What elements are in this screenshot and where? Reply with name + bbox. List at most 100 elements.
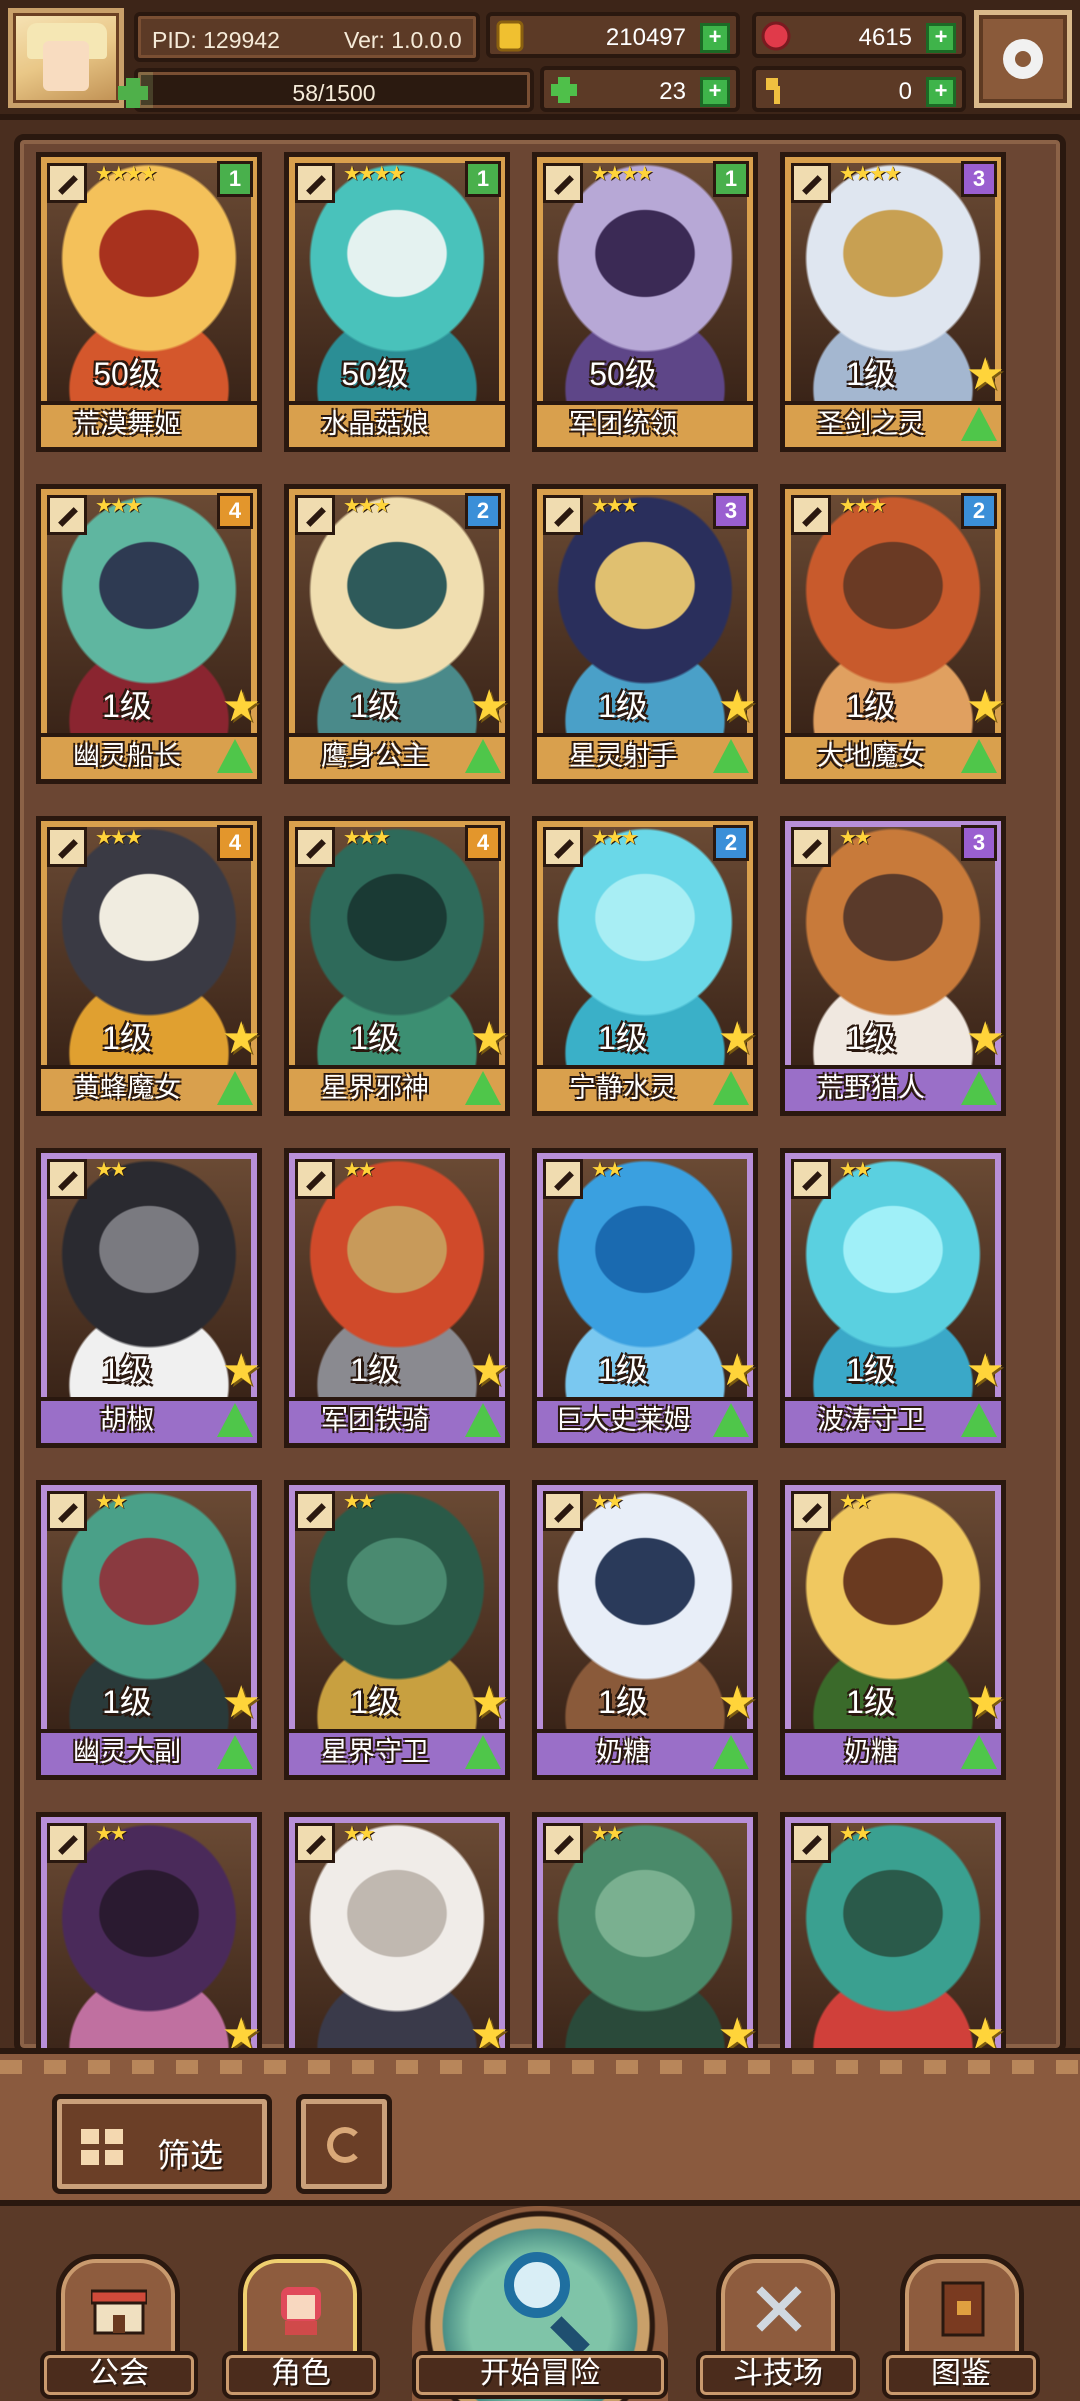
- character-card[interactable]: ★★ 3 1级 荒野猎人 ★: [780, 816, 1006, 1116]
- weapon-type-icon: [47, 495, 87, 535]
- character-card[interactable]: ★★ 1级 波涛守卫 ★: [780, 1148, 1006, 1448]
- rarity-stars: ★★: [839, 1491, 872, 1513]
- character-card[interactable]: ★★ 1级 星界守卫 ★: [284, 1480, 510, 1780]
- exp-bar: 58/1500: [118, 68, 534, 112]
- character-card[interactable]: ★★ 1级 幽灵大副 ★: [36, 1480, 262, 1780]
- weapon-type-icon: [295, 1159, 335, 1199]
- star-up-icon: ★: [717, 1346, 757, 1395]
- add-gems-button[interactable]: +: [926, 23, 956, 53]
- level-up-arrow-icon: [961, 1071, 997, 1105]
- class-badge: 4: [217, 825, 253, 861]
- rarity-stars: ★★: [95, 1491, 128, 1513]
- character-card[interactable]: ★★★ 4 1级 星界邪神 ★: [284, 816, 510, 1116]
- add-clover-button[interactable]: +: [700, 77, 730, 107]
- character-level: 1级: [598, 1020, 648, 1056]
- level-up-arrow-icon: [465, 739, 501, 773]
- character-card[interactable]: ★★★★ 1 50级 荒漠舞姬: [36, 152, 262, 452]
- player-info-box: PID: 129942 Ver: 1.0.0.0: [134, 12, 480, 62]
- star-up-icon: ★: [717, 1678, 757, 1727]
- rarity-stars: ★★: [343, 1159, 376, 1181]
- player-avatar[interactable]: [8, 8, 124, 108]
- player-id: PID: 129942: [152, 27, 280, 53]
- rarity-stars: ★★★: [95, 827, 143, 849]
- rarity-stars: ★★★★: [591, 163, 654, 185]
- character-card[interactable]: ★★ 1级 军团铁骑 ★: [284, 1148, 510, 1448]
- character-level: 1级: [102, 688, 152, 724]
- character-card[interactable]: ★★ ★: [36, 1812, 262, 2048]
- level-up-arrow-icon: [961, 1735, 997, 1769]
- rarity-stars: ★★: [95, 1823, 128, 1845]
- rarity-stars: ★★: [591, 1823, 624, 1845]
- nav-characters-label[interactable]: 角色: [222, 2351, 380, 2399]
- class-badge: 4: [465, 825, 501, 861]
- rarity-stars: ★★★: [591, 827, 639, 849]
- character-level: 50级: [93, 356, 161, 392]
- weapon-type-icon: [47, 163, 87, 203]
- clover-counter: 23 +: [540, 66, 740, 112]
- character-name: 波涛守卫: [817, 1405, 925, 1435]
- character-card[interactable]: ★★★★ 1 50级 水晶菇娘: [284, 152, 510, 452]
- level-up-arrow-icon: [465, 1071, 501, 1105]
- character-card[interactable]: ★★★ 2 1级 宁静水灵 ★: [532, 816, 758, 1116]
- character-level: 50级: [589, 356, 657, 392]
- settings-button[interactable]: [974, 10, 1072, 108]
- level-up-arrow-icon: [465, 1403, 501, 1437]
- filter-button[interactable]: 筛选: [52, 2094, 272, 2194]
- character-card[interactable]: ★★★ 2 1级 大地魔女 ★: [780, 484, 1006, 784]
- weapon-type-icon: [791, 163, 831, 203]
- nav-codex-label[interactable]: 图鉴: [882, 2351, 1040, 2399]
- rarity-stars: ★★: [591, 1491, 624, 1513]
- rarity-stars: ★★: [343, 1823, 376, 1845]
- refresh-button[interactable]: [296, 2094, 392, 2194]
- weapon-type-icon: [791, 1491, 831, 1531]
- rarity-stars: ★★★★: [95, 163, 158, 185]
- level-up-arrow-icon: [465, 1735, 501, 1769]
- character-name: 黄蜂魔女: [73, 1073, 181, 1103]
- star-up-icon: ★: [965, 1346, 1005, 1395]
- star-up-icon: ★: [965, 682, 1005, 731]
- level-up-arrow-icon: [713, 1403, 749, 1437]
- character-card[interactable]: ★★★★ 1 50级 军团统领: [532, 152, 758, 452]
- character-grid-panel[interactable]: ★★★★ 1 50级 荒漠舞姬 ★★★★ 1 50级 水晶菇娘 ★★★★ 1 50级 军团统领 ★★★★…: [14, 134, 1066, 2054]
- character-card[interactable]: ★★★ 4 1级 幽灵船长 ★: [36, 484, 262, 784]
- level-up-arrow-icon: [217, 1735, 253, 1769]
- character-card[interactable]: ★★★★ 3 1级 圣剑之灵 ★: [780, 152, 1006, 452]
- class-badge: 2: [961, 493, 997, 529]
- character-level: 1级: [598, 1684, 648, 1720]
- weapon-type-icon: [543, 1159, 583, 1199]
- character-name: 大地魔女: [817, 741, 925, 771]
- character-card[interactable]: ★★ 1级 奶糖 ★: [532, 1480, 758, 1780]
- character-level: 1级: [846, 1352, 896, 1388]
- character-card[interactable]: ★★ ★: [780, 1812, 1006, 2048]
- star-up-icon: ★: [221, 1014, 261, 1063]
- key-counter: 0 +: [752, 66, 966, 112]
- nav-guild-label[interactable]: 公会: [40, 2351, 198, 2399]
- character-name: 军团统领: [569, 409, 677, 439]
- rarity-stars: ★★★★: [343, 163, 406, 185]
- character-card[interactable]: ★★ 1级 奶糖 ★: [780, 1480, 1006, 1780]
- character-card[interactable]: ★★ 1级 胡椒 ★: [36, 1148, 262, 1448]
- level-up-arrow-icon: [217, 1403, 253, 1437]
- nav-adventure-label[interactable]: 开始冒险: [412, 2351, 668, 2399]
- level-up-arrow-icon: [713, 1071, 749, 1105]
- add-keys-button[interactable]: +: [926, 77, 956, 107]
- star-up-icon: ★: [469, 1346, 509, 1395]
- nav-arena-label[interactable]: 斗技场: [696, 2351, 860, 2399]
- character-name: 军团铁骑: [321, 1405, 429, 1435]
- rarity-stars: ★★: [343, 1491, 376, 1513]
- character-card[interactable]: ★★ ★: [284, 1812, 510, 2048]
- character-card[interactable]: ★★★ 2 1级 鹰身公主 ★: [284, 484, 510, 784]
- character-level: 1级: [102, 1684, 152, 1720]
- add-gold-button[interactable]: +: [700, 23, 730, 53]
- character-card[interactable]: ★★ 1级 巨大史莱姆 ★: [532, 1148, 758, 1448]
- refresh-icon: [327, 2127, 363, 2163]
- version-label: Ver: 1.0.0.0: [344, 27, 462, 53]
- character-name: 宁静水灵: [569, 1073, 677, 1103]
- character-card[interactable]: ★★★ 3 1级 星灵射手 ★: [532, 484, 758, 784]
- character-card[interactable]: ★★ ★: [532, 1812, 758, 2048]
- star-up-icon: ★: [469, 682, 509, 731]
- character-level: 1级: [598, 688, 648, 724]
- character-name: 圣剑之灵: [817, 409, 925, 439]
- character-card[interactable]: ★★★ 4 1级 黄蜂魔女 ★: [36, 816, 262, 1116]
- bottom-nav: 公会 角色 开始冒险 斗技场 图鉴: [0, 2206, 1080, 2401]
